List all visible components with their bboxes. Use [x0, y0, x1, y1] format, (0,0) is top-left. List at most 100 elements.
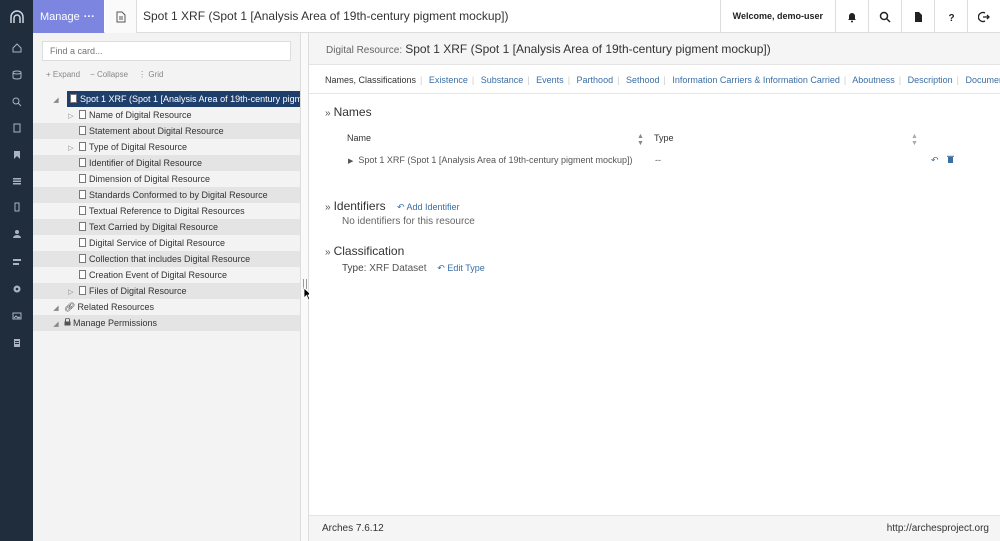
document-icon	[79, 254, 86, 264]
tree-item[interactable]: Creation Event of Digital Resource	[33, 267, 300, 283]
tab-events[interactable]: Events	[536, 75, 564, 85]
document-icon	[79, 238, 86, 248]
expand-caret-icon[interactable]: ▷	[67, 141, 75, 155]
plus-icon: +	[46, 70, 53, 79]
tree-root-node[interactable]: ◢ Spot 1 XRF (Spot 1 [Analysis Area of 1…	[33, 91, 300, 107]
manage-label: Manage	[40, 10, 80, 23]
tree-item-label: Statement about Digital Resource	[89, 126, 224, 136]
document-icon	[116, 11, 125, 22]
tab-documentation[interactable]: Documentation	[966, 75, 1000, 85]
card-tree-panel: + Expand − Collapse ⋮ Grid ◢ Spot 1 XRF …	[33, 33, 300, 541]
identifiers-section-toggle[interactable]: » Identifiers ↶ Add Identifier	[325, 199, 460, 213]
grid-view-button[interactable]: ⋮ Grid	[138, 70, 163, 79]
sort-icon[interactable]: ▲ ▼	[637, 133, 644, 147]
tree-item[interactable]: ▷ Files of Digital Resource	[33, 283, 300, 299]
tree-item-label: Creation Event of Digital Resource	[89, 270, 228, 280]
tree-item[interactable]: ▷ Type of Digital Resource	[33, 139, 300, 155]
manage-menu-button[interactable]: Manage ···	[33, 0, 104, 33]
stack-icon[interactable]	[0, 252, 33, 272]
tag-icon[interactable]	[0, 197, 33, 217]
resource-name: Spot 1 XRF (Spot 1 [Analysis Area of 19t…	[405, 42, 771, 56]
section-title: Names	[333, 105, 372, 119]
arches-logo-icon[interactable]	[0, 0, 33, 33]
resource-type-label: Digital Resource:	[326, 45, 403, 56]
tab-substance[interactable]: Substance	[481, 75, 524, 85]
section-title: Classification	[333, 244, 405, 258]
document-icon	[79, 206, 86, 216]
expand-caret-icon[interactable]: ▷	[67, 109, 75, 123]
resource-document-button[interactable]	[105, 0, 137, 33]
table-row[interactable]: ▶ Spot 1 XRF (Spot 1 [Analysis Area of 19…	[348, 155, 633, 165]
report-tabs: Names, Classifications | Existence | Subst…	[309, 66, 1000, 94]
tree-item[interactable]: Textual Reference to Digital Resources	[33, 203, 300, 219]
add-identifier-link[interactable]: ↶ Add Identifier	[397, 202, 460, 212]
caret-down-icon[interactable]: ◢	[52, 317, 60, 331]
classification-type: Type: XRF Dataset ↶ Edit Type	[342, 263, 485, 274]
reply-icon: ↶	[437, 263, 445, 273]
caret-down-icon[interactable]: ◢	[52, 301, 60, 315]
list-icon[interactable]	[0, 171, 33, 191]
tree-item[interactable]: Statement about Digital Resource	[33, 123, 300, 139]
bookmark-icon[interactable]	[0, 145, 33, 165]
file-icon[interactable]	[901, 0, 934, 33]
tree-item[interactable]: ▷ Name of Digital Resource	[33, 107, 300, 123]
image-icon[interactable]	[0, 306, 33, 326]
find-card-input[interactable]	[42, 41, 291, 61]
user-welcome-link[interactable]: Welcome, demo-user	[719, 0, 835, 33]
tree-related-resources[interactable]: ◢ 🔗︎ Related Resources	[33, 299, 300, 315]
document-icon	[79, 190, 86, 200]
document-icon	[79, 174, 86, 184]
edit-undo-icon[interactable]: ↶	[931, 155, 939, 166]
delete-trash-icon[interactable]	[947, 155, 954, 165]
clipboard-icon[interactable]	[0, 333, 33, 353]
grid-icon: ⋮	[138, 70, 149, 79]
tree-item-label: Related Resources	[77, 302, 154, 312]
tab-aboutness[interactable]: Aboutness	[852, 75, 895, 85]
help-icon[interactable]: ?	[934, 0, 967, 33]
book-icon[interactable]	[0, 118, 33, 138]
tree-item[interactable]: Collection that includes Digital Resourc…	[33, 251, 300, 267]
caret-down-icon[interactable]: ◢	[52, 93, 60, 107]
tree-manage-permissions[interactable]: ◢ Manage Permissions	[33, 315, 300, 331]
tree-item-label: Files of Digital Resource	[89, 286, 187, 296]
sort-icon[interactable]: ▲ ▼	[911, 133, 918, 147]
database-icon[interactable]	[0, 65, 33, 85]
tree-item[interactable]: Dimension of Digital Resource	[33, 171, 300, 187]
tree-root-label: Spot 1 XRF (Spot 1 [Analysis Area of 19t…	[80, 94, 300, 104]
svg-text:?: ?	[949, 13, 955, 23]
collapse-all-button[interactable]: − Collapse	[90, 70, 128, 79]
tree-item-label: Textual Reference to Digital Resources	[89, 206, 245, 216]
expand-row-icon[interactable]: ▶	[348, 158, 353, 165]
tree-item[interactable]: Text Carried by Digital Resource	[33, 219, 300, 235]
tab-names-classifications[interactable]: Names, Classifications	[325, 75, 416, 85]
search-icon[interactable]	[868, 0, 901, 33]
expand-label: Expand	[52, 70, 81, 79]
tab-parthood[interactable]: Parthood	[577, 75, 614, 85]
home-icon[interactable]	[0, 38, 33, 58]
tab-sethood[interactable]: Sethood	[626, 75, 660, 85]
arches-project-link[interactable]: http://archesproject.org	[887, 516, 989, 541]
gear-icon[interactable]	[0, 279, 33, 299]
edit-type-link[interactable]: ↶ Edit Type	[437, 263, 484, 273]
tab-information-carriers[interactable]: Information Carriers & Information Carri…	[672, 75, 840, 85]
classification-section-toggle[interactable]: » Classification	[325, 244, 404, 258]
more-icon: ···	[83, 10, 95, 23]
tree-item[interactable]: Identifier of Digital Resource	[33, 155, 300, 171]
tree-item-label: Dimension of Digital Resource	[89, 174, 211, 184]
tree-item[interactable]: Standards Conformed to by Digital Resour…	[33, 187, 300, 203]
expand-caret-icon[interactable]: ▷	[67, 285, 75, 299]
names-section-toggle[interactable]: » Names	[325, 105, 372, 119]
column-header-name[interactable]: Name	[347, 133, 371, 143]
expand-all-button[interactable]: + Expand	[46, 70, 80, 79]
search-icon[interactable]	[0, 92, 33, 112]
notifications-bell-icon[interactable]	[835, 0, 868, 33]
tree-item[interactable]: Digital Service of Digital Resource	[33, 235, 300, 251]
logout-icon[interactable]	[967, 0, 1000, 33]
tab-existence[interactable]: Existence	[429, 75, 468, 85]
type-label: Type:	[342, 263, 367, 274]
type-value: --	[655, 155, 661, 165]
tree-item-label: Digital Service of Digital Resource	[89, 238, 226, 248]
user-icon[interactable]	[0, 224, 33, 244]
column-header-type[interactable]: Type	[654, 133, 674, 143]
tab-description[interactable]: Description	[908, 75, 953, 85]
